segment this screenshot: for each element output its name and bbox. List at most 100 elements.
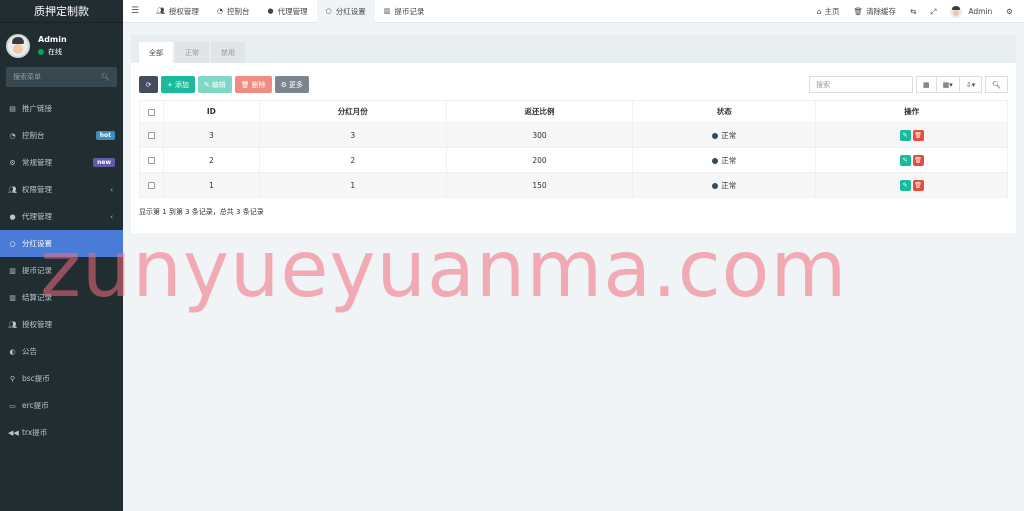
dashboard-icon: ◔ xyxy=(9,131,16,140)
chevron-left-icon: ‹ xyxy=(110,185,113,194)
settings-icon[interactable]: ⚙ xyxy=(999,7,1020,16)
user-status-text: 在线 xyxy=(48,48,62,56)
user-status: 在线 xyxy=(38,47,67,57)
row-edit-button[interactable]: ✎ xyxy=(899,154,911,166)
brand-logo[interactable]: 质押定制款 xyxy=(0,0,123,23)
pagination-info: 显示第 1 到第 3 条记录，总共 3 条记录 xyxy=(139,208,264,216)
cell-actions: ✎ 🗑︎ xyxy=(815,147,1008,173)
tab-dashboard[interactable]: ◔ 控制台 xyxy=(208,0,259,23)
tab-agents[interactable]: ● 代理管理 xyxy=(259,0,317,23)
column-header-status[interactable]: 状态 xyxy=(632,100,817,123)
new-badge: new xyxy=(93,158,115,167)
tab-normal[interactable]: 正常 xyxy=(175,42,209,63)
admin-menu[interactable]: Admin xyxy=(943,5,999,18)
status-dot-icon xyxy=(712,132,719,139)
sidebar-item-promo-link[interactable]: ▤ 推广链接 xyxy=(0,95,123,122)
tab-dividend[interactable]: ○ 分红设置 xyxy=(316,0,375,23)
table-search-input[interactable]: 搜索 xyxy=(808,76,913,93)
add-label: 添加 xyxy=(174,80,189,89)
sidebar-item-bsc-withdraw[interactable]: ⚲ bsc提币 xyxy=(0,365,123,392)
more-button[interactable]: ⚙ 更多 xyxy=(274,76,309,93)
sidebar-item-label: 控制台 xyxy=(22,131,45,140)
sidebar: 质押定制款 Admin 在线 搜索菜单 🔍︎ ▤ 推广链接 ◔ 控制台 hot ⚙ 常规… xyxy=(0,0,123,511)
select-all-checkbox[interactable] xyxy=(147,108,155,116)
status-text: 正常 xyxy=(721,130,737,140)
tab-withdraw-records[interactable]: ▥ 提币记录 xyxy=(375,0,434,23)
bar-icon: ▥ xyxy=(383,7,391,15)
pencil-icon: ✎ xyxy=(203,80,210,89)
content-panel: 全部 正常 禁用 ⟳ + 添加 ✎ 编辑 🗑︎ 删除 ⚙ 更多 搜索 ▦ ▦▾ ⇩▾ 🔍… xyxy=(131,34,1016,233)
column-header-month[interactable]: 分红月份 xyxy=(258,100,447,123)
row-checkbox[interactable] xyxy=(147,182,155,189)
home-link[interactable]: ⌂ 主页 xyxy=(810,6,847,17)
export-button[interactable]: ⇩▾ xyxy=(959,76,983,93)
admin-name: Admin xyxy=(968,7,993,16)
avatar xyxy=(6,34,30,58)
row-checkbox[interactable] xyxy=(147,157,155,164)
sidebar-item-withdraw-records[interactable]: ▥ 提币记录 xyxy=(0,257,123,284)
circle-icon: ○ xyxy=(325,7,332,15)
sidebar-item-permissions[interactable]: 👥︎ 权限管理 ‹ xyxy=(0,176,123,203)
sidebar-item-label: 常规管理 xyxy=(22,158,52,167)
cell-status: 正常 xyxy=(632,122,817,148)
top-right-actions: ⌂ 主页 🗑︎ 清除缓存 ⇆ ⤢ Admin ⚙ xyxy=(810,0,1020,23)
filter-tabs: 全部 正常 禁用 xyxy=(131,34,1016,63)
edit-button[interactable]: ✎ 编辑 xyxy=(197,76,232,93)
backward-icon: ◀◀ xyxy=(8,428,19,437)
refresh-button[interactable]: ⟳ xyxy=(139,76,158,93)
row-checkbox[interactable] xyxy=(147,132,155,139)
tab-authorization[interactable]: 👥︎ 授权管理 xyxy=(147,0,208,23)
sidebar-item-label: 权限管理 xyxy=(22,185,52,194)
sidebar-item-settlement-records[interactable]: ▥ 结算记录 xyxy=(0,284,123,311)
search-icon: 🔍︎ xyxy=(101,73,110,81)
tab-all[interactable]: 全部 xyxy=(139,42,173,63)
home-icon: ⌂ xyxy=(816,7,822,16)
users-icon: 👥︎ xyxy=(8,320,17,329)
sidebar-item-authorization[interactable]: 👥︎ 授权管理 xyxy=(0,311,123,338)
sidebar-item-dividend[interactable]: ○ 分红设置 xyxy=(0,230,123,257)
delete-label: 删除 xyxy=(251,80,266,89)
columns-button[interactable]: ▦▾ xyxy=(936,76,960,93)
tab-disabled[interactable]: 禁用 xyxy=(211,42,245,63)
tab-label: 提币记录 xyxy=(394,6,425,16)
sidebar-item-label: 推广链接 xyxy=(22,104,52,113)
user-panel: Admin 在线 xyxy=(0,27,123,65)
row-edit-button[interactable]: ✎ xyxy=(899,179,911,191)
cog-icon: ⚙ xyxy=(280,80,287,89)
sidebar-item-trx-withdraw[interactable]: ◀◀ trx提币 xyxy=(0,419,123,446)
advanced-search-button[interactable]: 🔍︎ xyxy=(985,76,1008,93)
sidebar-item-dashboard[interactable]: ◔ 控制台 hot xyxy=(0,122,123,149)
fullscreen-icon[interactable]: ⤢ xyxy=(923,7,943,17)
clear-cache-button[interactable]: 🗑︎ 清除缓存 xyxy=(847,6,904,17)
delete-button[interactable]: 🗑︎ 删除 xyxy=(234,76,272,93)
menu-search-input[interactable]: 搜索菜单 🔍︎ xyxy=(6,67,117,87)
search-icon: 🔍︎ xyxy=(992,80,1001,89)
row-edit-button[interactable]: ✎ xyxy=(899,129,911,141)
menu-toggle-icon[interactable]: ☰ xyxy=(123,6,147,16)
row-delete-button[interactable]: 🗑︎ xyxy=(912,179,924,191)
sidebar-item-agents[interactable]: ● 代理管理 ‹ xyxy=(0,203,123,230)
column-header-ratio[interactable]: 返还比例 xyxy=(445,100,634,123)
sidebar-item-general[interactable]: ⚙ 常规管理 new xyxy=(0,149,123,176)
top-navbar: ☰ 👥︎ 授权管理 ◔ 控制台 ● 代理管理 ○ 分红设置 ▥ 提币记录 ⌂ 主页 🗑︎ 清除… xyxy=(123,0,1024,23)
plus-icon: + xyxy=(167,80,173,89)
chevron-left-icon: ‹ xyxy=(110,212,113,221)
table-row: 2 2 200 正常 ✎ 🗑︎ xyxy=(139,147,1008,173)
toggle-view-button[interactable]: ▦ xyxy=(915,76,937,93)
row-delete-button[interactable]: 🗑︎ xyxy=(912,129,924,141)
download-icon: ⇩▾ xyxy=(965,80,976,89)
cell-id: 1 xyxy=(162,172,260,198)
column-header-id[interactable]: ID xyxy=(162,100,260,123)
toolbar: ⟳ + 添加 ✎ 编辑 🗑︎ 删除 ⚙ 更多 xyxy=(139,76,312,93)
add-button[interactable]: + 添加 xyxy=(161,76,195,93)
row-checkbox-cell xyxy=(139,172,164,198)
row-checkbox-cell xyxy=(139,147,164,173)
tab-nav: 👥︎ 授权管理 ◔ 控制台 ● 代理管理 ○ 分红设置 ▥ 提币记录 xyxy=(147,0,433,23)
cell-id: 3 xyxy=(162,122,260,148)
sidebar-item-announcement[interactable]: ◐ 公告 xyxy=(0,338,123,365)
sidebar-item-erc-withdraw[interactable]: ▭ erc提币 xyxy=(0,392,123,419)
language-icon[interactable]: ⇆ xyxy=(903,7,923,16)
row-delete-button[interactable]: 🗑︎ xyxy=(912,154,924,166)
table-row: 1 1 150 正常 ✎ 🗑︎ xyxy=(139,172,1008,198)
cell-ratio: 300 xyxy=(445,122,634,148)
